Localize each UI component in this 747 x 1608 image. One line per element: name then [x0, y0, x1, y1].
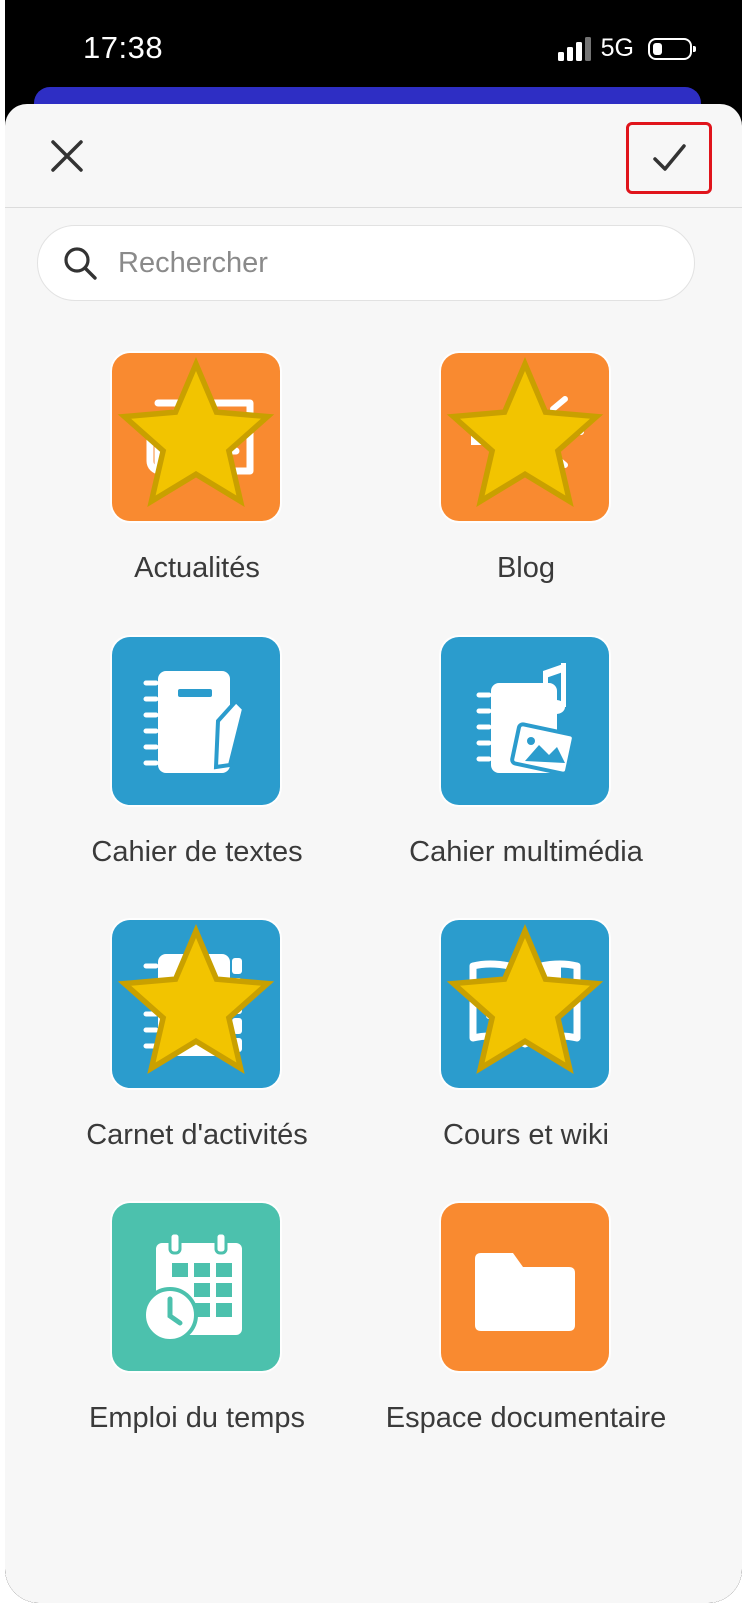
signal-icon — [557, 36, 591, 61]
phone-frame: 17:38 5G Rechercher Actualités Blog Cahi… — [5, 0, 742, 1603]
battery-icon — [648, 37, 696, 60]
app-label: Cours et wiki — [443, 1119, 609, 1151]
app-label: Cahier de textes — [91, 836, 303, 868]
app-tile — [112, 1203, 280, 1371]
sheet-toolbar — [5, 104, 742, 208]
app-label: Blog — [496, 552, 556, 584]
app-picker-sheet: Actualités Blog — [5, 104, 742, 1603]
app-label: Actualités — [134, 552, 260, 584]
app-label: Carnet d'activités — [86, 1119, 308, 1151]
app-tile — [441, 637, 609, 805]
status-bar: 17:38 5G — [5, 0, 742, 100]
app-tile — [441, 920, 609, 1088]
status-indicators: 5G — [557, 34, 696, 63]
folder-icon — [475, 1253, 575, 1331]
close-button[interactable] — [43, 132, 91, 180]
app-tile — [112, 637, 280, 805]
app-tile — [441, 353, 609, 521]
status-time: 17:38 — [83, 30, 164, 65]
favorite-star-icon — [446, 356, 604, 507]
favorite-star-icon — [117, 356, 275, 507]
search-icon — [64, 247, 97, 280]
app-tile — [441, 1203, 609, 1371]
calendar-clock-icon — [142, 1231, 242, 1343]
notebook-media-icon — [476, 663, 576, 776]
app-label: Cahier multimédia — [409, 836, 643, 868]
app-label: Emploi du temps — [89, 1402, 305, 1434]
search-input[interactable] — [118, 236, 658, 290]
close-icon — [51, 140, 83, 172]
check-icon — [653, 144, 686, 171]
favorite-star-icon — [446, 923, 604, 1074]
app-tile — [112, 920, 280, 1088]
network-type: 5G — [600, 34, 634, 62]
confirm-button[interactable] — [626, 122, 712, 194]
app-label: Espace documentaire — [385, 1402, 667, 1434]
notebook-pen-icon — [143, 671, 247, 773]
app-tile — [112, 353, 280, 521]
favorite-star-icon — [117, 923, 275, 1074]
search-bar[interactable] — [37, 225, 695, 301]
